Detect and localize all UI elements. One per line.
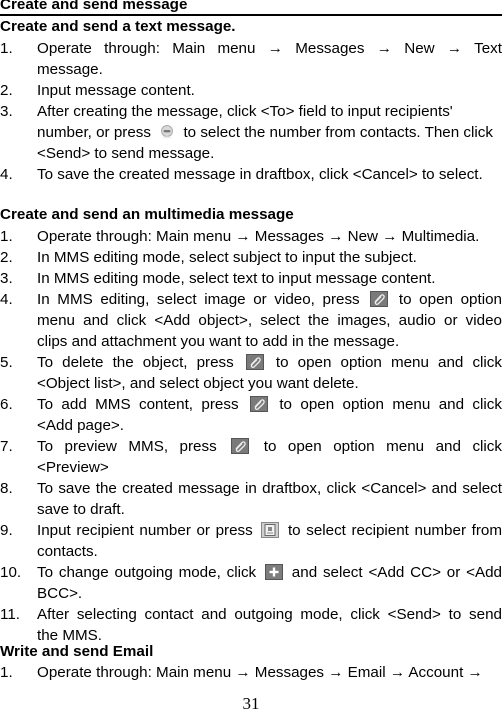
item-number: 3. (0, 103, 13, 120)
option-menu-icon (370, 291, 389, 307)
item-number: 3. (0, 270, 13, 287)
item-text: save to draft. (37, 501, 125, 518)
item-text: To change outgoing mode, click (37, 564, 257, 581)
item-text: In MMS editing mode, select subject to i… (37, 249, 417, 266)
item-number: 4. (0, 166, 13, 183)
item-number: 4. (0, 291, 13, 308)
item-text: Operate through: Main menu → Messages → … (37, 40, 502, 57)
option-menu-icon (231, 438, 250, 454)
item-text: to select the number from contacts. Then… (183, 124, 493, 141)
add-plus-icon (264, 564, 283, 580)
item-text: To save the created message in draftbox,… (37, 480, 502, 497)
item-text: Operate through: Main menu → Messages → … (37, 228, 480, 245)
item-text: To preview MMS, press (37, 438, 217, 455)
item-text: menu and click <Add object>, select the … (37, 312, 502, 329)
section-title-text-message: Create and send a text message. (0, 18, 236, 35)
item-text: to open option menu and click (279, 396, 502, 413)
item-text: <Send> to send message. (37, 145, 215, 162)
item-number: 5. (0, 354, 13, 371)
item-text: After selecting contact and outgoing mod… (37, 606, 502, 623)
item-number: 1. (0, 664, 13, 681)
contacts-select-icon (158, 124, 176, 140)
item-number: 1. (0, 228, 13, 245)
header-title: Create and send message (0, 0, 188, 13)
item-text: After creating the message, click <To> f… (37, 103, 453, 120)
option-menu-icon (245, 354, 264, 370)
item-text: To add MMS content, press (37, 396, 239, 413)
item-text: message. (37, 61, 103, 78)
item-number: 2. (0, 82, 13, 99)
item-text: To save the created message in draftbox,… (37, 166, 483, 183)
section-title-email: Write and send Email (0, 643, 154, 660)
item-text: BCC>. (37, 585, 83, 602)
item-text: and select <Add CC> or <Add (291, 564, 502, 581)
item-number: 1. (0, 40, 13, 57)
item-text: clips and attachment you want to add in … (37, 333, 400, 350)
item-number: 2. (0, 249, 13, 266)
item-number: 6. (0, 396, 13, 413)
item-text: In MMS editing mode, select text to inpu… (37, 270, 436, 287)
item-text: Input recipient number or press (37, 522, 253, 539)
item-text: <Add page>. (37, 417, 124, 434)
section-title-multimedia-message: Create and send an multimedia message (0, 206, 294, 223)
item-text: contacts. (37, 543, 98, 560)
item-text: <Object list>, and select object you wan… (37, 375, 359, 392)
item-number: 8. (0, 480, 13, 497)
item-number: 9. (0, 522, 13, 539)
item-text: In MMS editing, select image or video, p… (37, 291, 360, 308)
recipient-contacts-icon (261, 522, 280, 538)
item-number: 7. (0, 438, 13, 455)
item-text: to open option (398, 291, 502, 308)
item-text: to select recipient number from (287, 522, 502, 539)
page-number: 31 (242, 694, 260, 713)
option-menu-icon (249, 396, 268, 412)
item-text: number, or press (37, 124, 151, 141)
item-text: to open option menu and click (275, 354, 502, 371)
item-number: 11. (0, 606, 20, 623)
item-text: Input message content. (37, 82, 195, 99)
item-number: 10. (0, 564, 22, 581)
item-text: <Preview> (37, 459, 109, 476)
page-header: Create and send message (0, 0, 502, 16)
item-text: to open option menu and click (263, 438, 502, 455)
item-text: Operate through: Main menu → Messages → … (37, 664, 483, 681)
item-text: To delete the object, press (37, 354, 234, 371)
